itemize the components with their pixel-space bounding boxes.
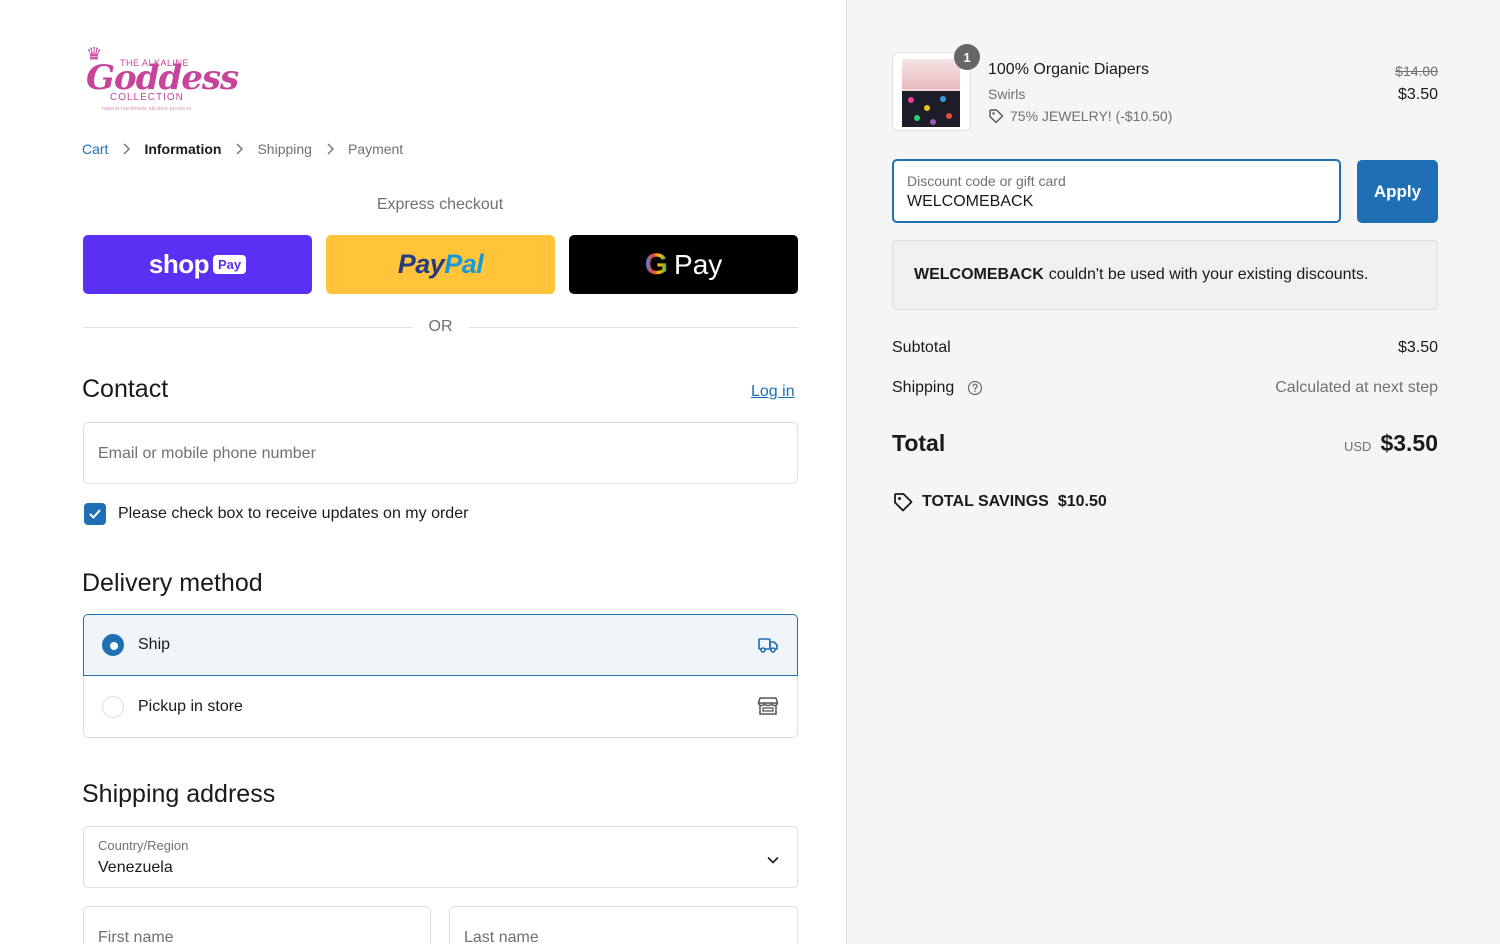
chevron-right-icon	[122, 143, 131, 155]
tag-icon	[988, 108, 1004, 124]
checkout-main-column: ♛ THE ALKALINE Goddess COLLECTION natura…	[0, 0, 846, 944]
paypal-logo-part-2: Pal	[444, 249, 484, 279]
product-image-dot	[908, 97, 914, 103]
discount-error-code: WELCOMEBACK	[914, 266, 1044, 283]
product-image-top	[902, 59, 960, 89]
google-pay-label: Pay	[674, 248, 723, 280]
total-amount-wrap: USD $3.50	[1344, 430, 1438, 457]
google-pay-logo: G Pay	[645, 248, 723, 282]
shop-pay-logo: shop	[148, 249, 210, 279]
shipping-row: Shipping Calculated at next step	[892, 379, 1438, 397]
store-logo[interactable]: ♛ THE ALKALINE Goddess COLLECTION natura…	[82, 44, 239, 116]
total-savings-label: TOTAL SAVINGS	[922, 493, 1049, 510]
delivery-option-pickup[interactable]: Pickup in store	[83, 676, 798, 738]
product-image	[902, 59, 960, 127]
order-updates-checkbox[interactable]	[84, 503, 106, 525]
quantity-badge: 1	[954, 44, 980, 70]
order-updates-label: Please check box to receive updates on m…	[118, 505, 469, 522]
last-name-field[interactable]: Last name	[449, 906, 798, 944]
discount-code-value: WELCOMEBACK	[907, 193, 1034, 210]
logo-bottom-text: COLLECTION	[110, 92, 184, 103]
discount-code-field[interactable]: Discount code or gift card WELCOMEBACK	[892, 159, 1341, 223]
login-link[interactable]: Log in	[751, 383, 795, 401]
or-divider: OR	[83, 318, 798, 336]
pickup-label: Pickup in store	[138, 697, 243, 715]
first-name-placeholder: First name	[98, 929, 174, 944]
breadcrumb-information: Information	[144, 141, 222, 157]
product-name: 100% Organic Diapers	[988, 61, 1149, 78]
product-variant: Swirls	[988, 86, 1026, 102]
product-image-bottom	[902, 91, 960, 127]
country-select[interactable]: Country/Region Venezuela	[83, 826, 798, 888]
paypal-button[interactable]: PayPal	[326, 235, 555, 294]
express-checkout-label: Express checkout	[376, 196, 504, 213]
truck-icon	[757, 634, 779, 656]
subtotal-row: Subtotal $3.50	[892, 339, 1438, 357]
divider-line	[468, 326, 798, 328]
shipping-address-heading: Shipping address	[82, 780, 276, 808]
discount-error-text: couldn't be used with your existing disc…	[1048, 266, 1369, 283]
chevron-right-icon	[326, 143, 334, 155]
shop-pay-button[interactable]: shop Pay	[83, 235, 312, 294]
first-name-field[interactable]: First name	[83, 906, 431, 944]
product-discount-text: 75% JEWELRY! (-$10.50)	[1010, 108, 1173, 124]
google-g-icon: G	[644, 247, 669, 281]
total-currency: USD	[1343, 439, 1372, 454]
subtotal-value: $3.50	[1397, 339, 1438, 356]
discount-code-label: Discount code or gift card	[907, 173, 1066, 189]
discount-error-notice: WELCOMEBACK couldn't be used with your e…	[892, 240, 1438, 310]
divider-line	[83, 326, 413, 328]
email-field[interactable]: Email or mobile phone number	[83, 422, 798, 484]
total-savings-value: $10.50	[1057, 493, 1107, 510]
order-summary-column	[846, 0, 1500, 944]
paypal-logo: PayPal	[398, 249, 484, 280]
breadcrumb-payment: Payment	[347, 141, 404, 157]
product-image-dot	[914, 115, 920, 121]
contact-heading: Contact	[82, 375, 169, 403]
country-value: Venezuela	[98, 859, 173, 876]
total-savings: TOTAL SAVINGS $10.50	[892, 491, 1107, 513]
logo-tagline: natural handmade alkaline products	[102, 106, 192, 112]
email-placeholder: Email or mobile phone number	[98, 445, 316, 462]
product-final-price: $3.50	[1397, 86, 1438, 103]
apply-discount-button[interactable]: Apply	[1357, 160, 1438, 223]
delivery-method-heading: Delivery method	[82, 569, 263, 597]
tag-icon	[892, 491, 914, 513]
subtotal-label: Subtotal	[892, 339, 951, 356]
product-image-dot	[930, 119, 936, 125]
delivery-method-group: Ship Pickup in store	[83, 614, 798, 738]
product-original-price: $14.00	[1395, 63, 1438, 79]
country-label: Country/Region	[98, 838, 189, 853]
shipping-label-wrap: Shipping	[892, 379, 983, 397]
help-circle-icon[interactable]	[967, 380, 983, 396]
product-image-dot	[924, 105, 930, 111]
paypal-logo-part-1: Pay	[397, 249, 445, 279]
product-image-dot	[946, 113, 952, 119]
chevron-right-icon	[235, 143, 244, 155]
breadcrumb-cart[interactable]: Cart	[82, 141, 108, 157]
pickup-radio[interactable]	[102, 695, 124, 718]
or-label: OR	[428, 318, 453, 335]
product-discount: 75% JEWELRY! (-$10.50)	[988, 108, 1172, 124]
chevron-down-icon	[767, 851, 779, 869]
shipping-value: Calculated at next step	[1275, 379, 1438, 396]
last-name-placeholder: Last name	[464, 929, 539, 944]
store-icon	[757, 695, 779, 717]
ship-label: Ship	[138, 636, 171, 653]
checkmark-icon	[89, 509, 101, 519]
breadcrumb: Cart Information Shipping Payment	[82, 141, 403, 157]
breadcrumb-shipping: Shipping	[257, 141, 312, 157]
google-pay-button[interactable]: G Pay	[569, 235, 798, 294]
shipping-label: Shipping	[892, 379, 955, 396]
ship-radio[interactable]	[102, 634, 124, 656]
product-image-dot	[940, 96, 946, 102]
total-row: Total USD $3.50	[892, 430, 1438, 457]
total-label: Total	[892, 430, 946, 456]
total-value: $3.50	[1380, 430, 1438, 456]
delivery-option-ship[interactable]: Ship	[83, 614, 798, 676]
order-updates-option: Please check box to receive updates on m…	[84, 503, 468, 525]
shop-pay-badge: Pay	[212, 255, 247, 274]
